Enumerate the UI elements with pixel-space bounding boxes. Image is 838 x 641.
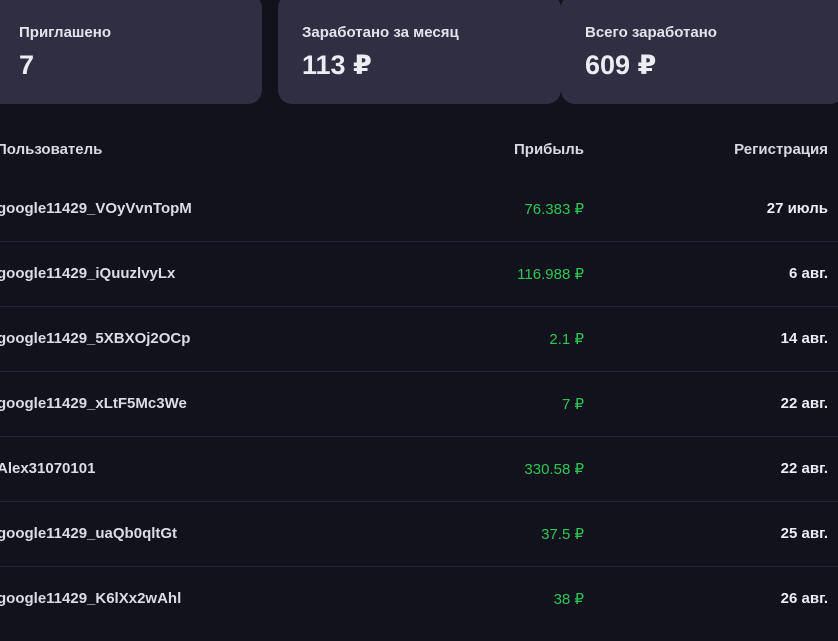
registration-cell: 22 авг. [780,460,828,477]
profit-cell: 116.988 ₽ [517,266,584,283]
referrals-table: Пользователь Прибыль Регистрация google1… [0,117,838,632]
month-earnings-card: Заработано за месяц 113 ₽ [278,0,561,104]
registration-cell: 26 авг. [780,590,828,607]
registration-cell: 27 июль [766,200,828,217]
table-row: google11429_uaQb0qltGt 37.5 ₽ 25 авг. [0,502,838,567]
user-cell: google11429_xLtF5Mc3We [0,395,187,412]
column-header-user[interactable]: Пользователь [0,141,102,158]
month-earnings-value: 113 ₽ [302,50,372,80]
profit-cell: 76.383 ₽ [524,201,584,218]
profit-cell: 2.1 ₽ [549,331,584,348]
user-cell: google11429_VOyVvnTopM [0,200,192,217]
profit-cell: 38 ₽ [553,591,584,608]
user-cell: google11429_K6lXx2wAhl [0,590,182,607]
total-earnings-card: Всего заработано 609 ₽ [561,0,838,104]
table-row: google11429_iQuuzlvyLx 116.988 ₽ 6 авг. [0,242,838,307]
user-cell: google11429_iQuuzlvyLx [0,265,176,282]
invited-value: 7 [19,50,35,80]
registration-cell: 22 авг. [780,395,828,412]
table-row: google11429_xLtF5Mc3We 7 ₽ 22 авг. [0,372,838,437]
table-row: google11429_K6lXx2wAhl 38 ₽ 26 авг. [0,567,838,632]
registration-cell: 14 авг. [780,330,828,347]
stats-cards: Приглашено 7 Заработано за месяц 113 ₽ В… [0,0,838,104]
user-cell: google11429_5XBXOj2OCp [0,330,191,347]
registration-cell: 25 авг. [780,525,828,542]
invited-card: Приглашено 7 [0,0,262,104]
month-earnings-label: Заработано за месяц [302,24,459,41]
table-row: Alex31070101 330.58 ₽ 22 авг. [0,437,838,502]
invited-label: Приглашено [19,24,111,41]
table-row: google11429_5XBXOj2OCp 2.1 ₽ 14 авг. [0,307,838,372]
total-earnings-label: Всего заработано [585,24,717,41]
profit-cell: 330.58 ₽ [524,461,584,478]
profit-cell: 37.5 ₽ [541,526,584,543]
total-earnings-value: 609 ₽ [585,50,657,80]
registration-cell: 6 авг. [789,265,828,282]
user-cell: google11429_uaQb0qltGt [0,525,178,542]
table-header: Пользователь Прибыль Регистрация [0,117,838,177]
column-header-registration[interactable]: Регистрация [734,141,828,158]
profit-cell: 7 ₽ [561,396,584,413]
table-row: google11429_VOyVvnTopM 76.383 ₽ 27 июль [0,177,838,242]
column-header-profit[interactable]: Прибыль [514,141,584,158]
user-cell: Alex31070101 [0,460,96,477]
